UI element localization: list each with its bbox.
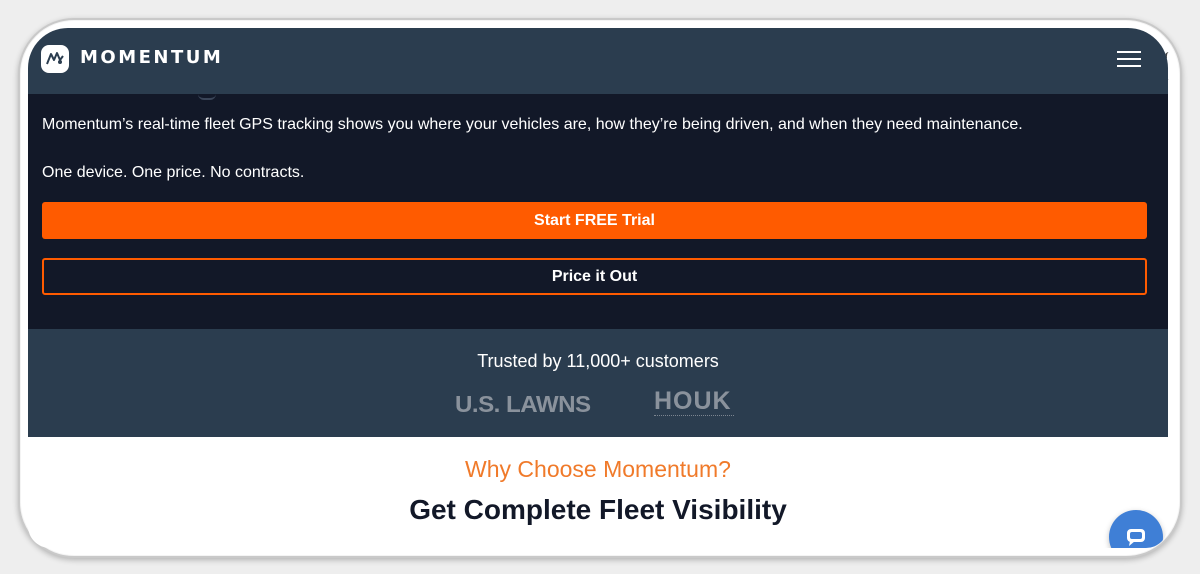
us-lawns-logo: U.S. LAWNS [455,391,591,417]
section-eyebrow: Why Choose Momentum? [465,456,731,482]
houk-logo-subline [654,415,734,418]
hamburger-menu-icon[interactable] [1114,48,1144,70]
hero-section: Momentum’s real-time fleet GPS tracking … [28,94,1168,329]
momentum-logo-icon[interactable] [41,45,69,73]
site-header: MOMENTUM [28,28,1168,94]
browser-viewport: MOMENTUM Momentum’s real-time fleet GPS … [28,28,1168,548]
trusted-by-text: Trusted by 11,000+ customers [477,351,719,371]
brand-name[interactable]: MOMENTUM [80,47,223,68]
hero-tagline: One device. One price. No contracts. [42,164,305,181]
hero-heading-fragment [198,90,216,100]
price-it-out-button[interactable]: Price it Out [42,258,1147,295]
hero-description: Momentum’s real-time fleet GPS tracking … [42,116,1023,133]
section-title: Get Complete Fleet Visibility [409,494,787,525]
houk-logo: HOUK [654,387,732,415]
trusted-by-section: Trusted by 11,000+ customers U.S. LAWNS … [28,329,1168,437]
start-free-trial-button[interactable]: Start FREE Trial [42,202,1147,239]
